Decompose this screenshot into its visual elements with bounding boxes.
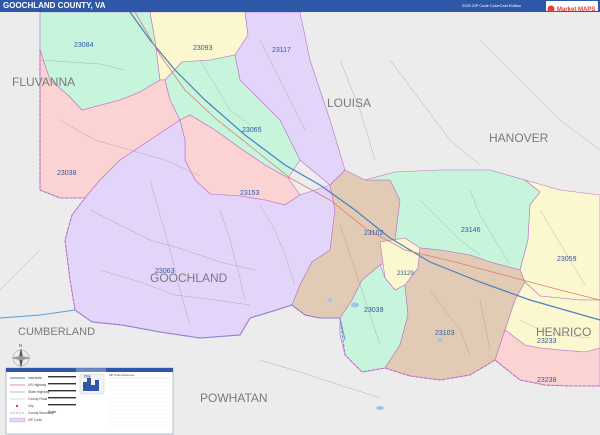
lake [351, 302, 359, 308]
zip-label-23153: 23153 [240, 190, 260, 197]
scale-label: Scale [48, 410, 56, 414]
city-icon: City [79, 373, 105, 395]
zip-label-23129: 23129 [397, 271, 414, 277]
lake [437, 338, 443, 342]
legend-row-label: State Highway [28, 390, 50, 394]
zip-label-23065: 23065 [242, 127, 262, 134]
county-label-louisa: LOUISA [327, 96, 371, 110]
county-label-cumberland: CUMBERLAND [18, 326, 95, 338]
brand-logo: Market MAPS [546, 1, 598, 13]
zip-map: FLUVANNA LOUISA HANOVER GOOCHLAND CUMBER… [0, 12, 600, 435]
legend-row-label: US Highway [28, 383, 46, 387]
zip-label-23093: 23093 [193, 45, 213, 52]
zip-label-23233: 23233 [537, 338, 557, 345]
zip-label-23063: 23063 [155, 268, 175, 275]
legend-row-label: City [28, 404, 34, 408]
zip-label-23039: 23039 [364, 307, 384, 314]
county-label-hanover: HANOVER [489, 131, 549, 145]
legend-row-label: Interstate [28, 376, 42, 380]
map-title: GOOCHLAND COUNTY, VA [3, 1, 106, 10]
legend-row-label: County Road [28, 397, 47, 401]
title-bar: GOOCHLAND COUNTY, VA 2020 ZIP Code Color… [0, 0, 600, 13]
zip-label-23102: 23102 [364, 230, 384, 237]
legend: Interstate US Highway State Highway Coun… [5, 367, 174, 435]
zip-table-header: ZIP Code Reference [109, 373, 135, 377]
zip-label-23146: 23146 [461, 227, 481, 234]
zip-label-23038: 23038 [57, 170, 77, 177]
legend-row-label: ZIP Code [28, 418, 42, 422]
county-label-fluvanna: FLUVANNA [12, 75, 75, 89]
zip-label-23103: 23103 [435, 330, 455, 337]
zip-label-23084: 23084 [74, 42, 94, 49]
lake [376, 406, 384, 410]
zip-label-23059: 23059 [557, 256, 577, 263]
map-frame: GOOCHLAND COUNTY, VA 2020 ZIP Code Color… [0, 0, 600, 435]
compass-north-label: N [19, 343, 22, 348]
city-icon-label: City [84, 375, 91, 379]
zip-label-23238: 23238 [537, 377, 557, 384]
lake [327, 298, 333, 302]
zip-label-23117: 23117 [272, 47, 291, 54]
county-label-powhatan: POWHATAN [200, 391, 268, 405]
county-label-henrico: HENRICO [536, 325, 591, 339]
edition-label: 2020 ZIP Code ColorCast Edition [462, 3, 522, 8]
